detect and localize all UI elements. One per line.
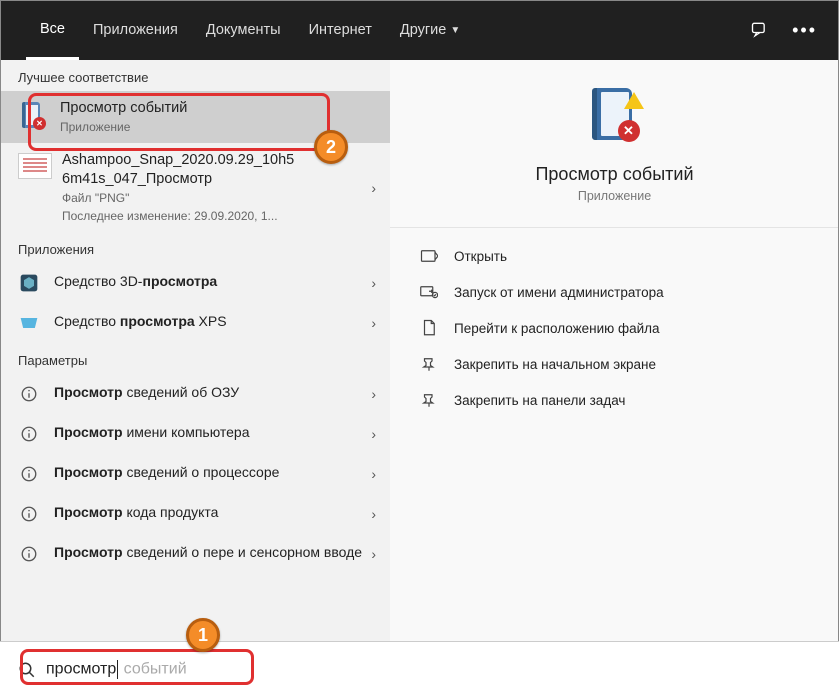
annotation-badge-1: 1 [186,618,220,652]
search-bar[interactable]: просмотр событий [0,641,839,697]
search-suggestion-ghost: событий [119,661,186,678]
event-viewer-icon: ✕ [18,101,48,131]
search-icon [18,661,36,679]
search-input-text: просмотр событий [46,660,187,679]
event-viewer-large-icon: ✕ [586,88,644,146]
annotation-badge-2: 2 [314,130,348,164]
